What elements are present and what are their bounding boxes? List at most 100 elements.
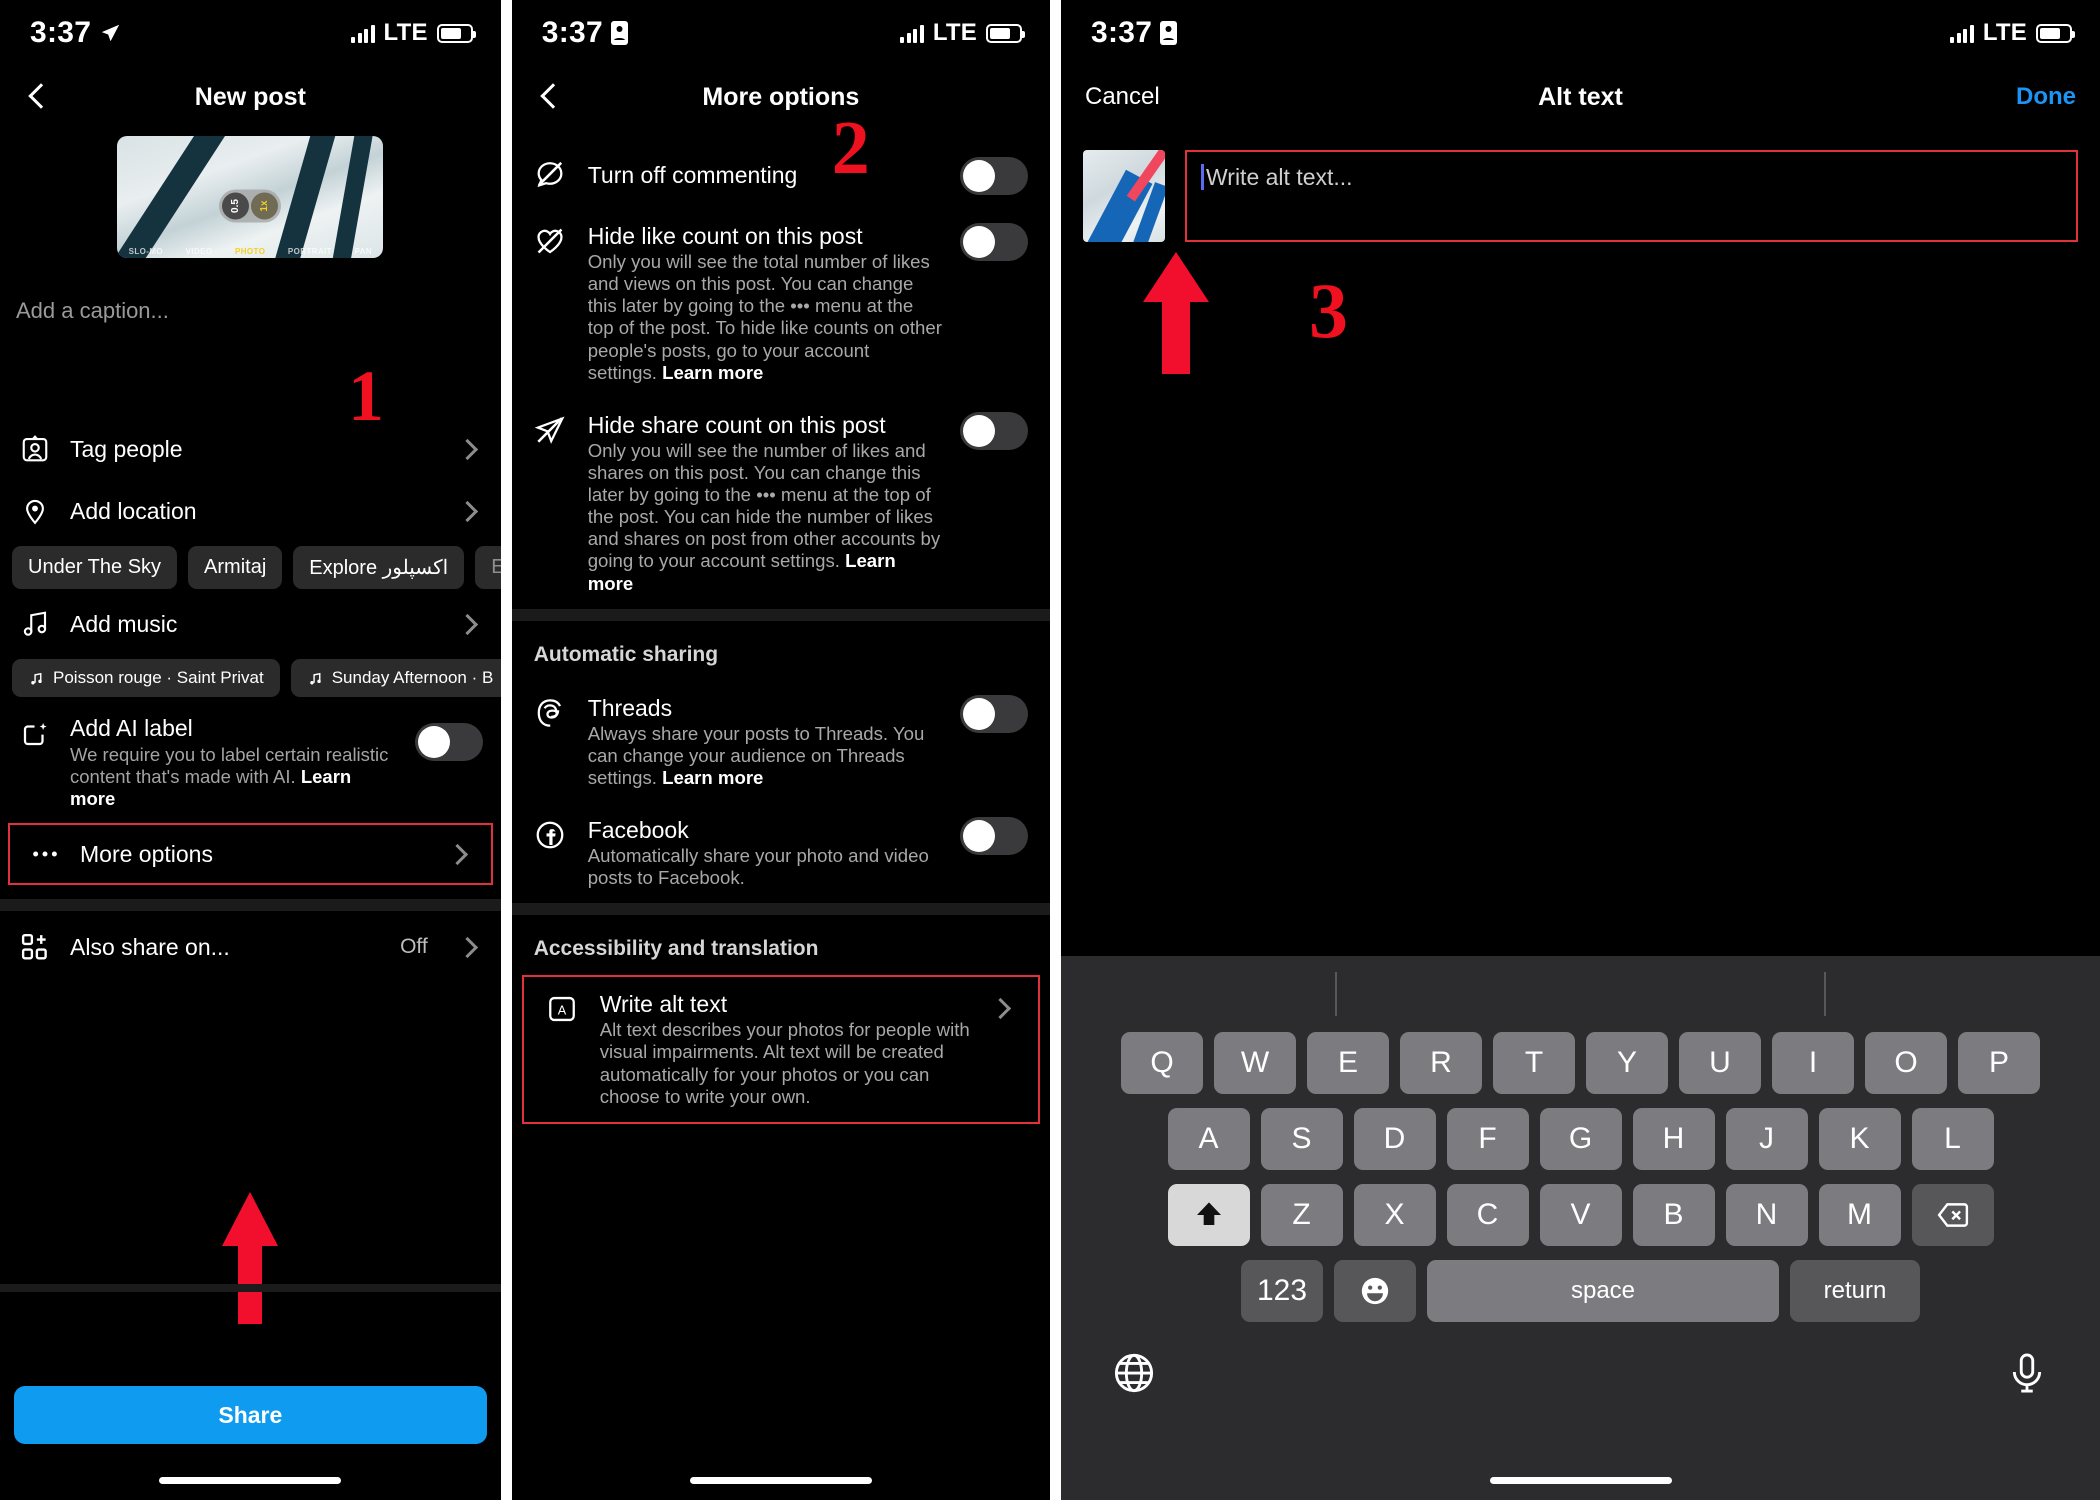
row-turn-off-commenting[interactable]: Turn off commenting	[512, 142, 1050, 209]
location-arrow-icon	[102, 24, 120, 42]
dictation-key[interactable]	[2004, 1350, 2050, 1401]
mode-photo: PHOTO	[235, 247, 266, 256]
row-label: Add location	[70, 497, 197, 524]
learn-more-link[interactable]: Learn more	[662, 767, 763, 788]
nav-bar-1: New post	[0, 66, 501, 128]
key-k[interactable]: K	[1818, 1108, 1901, 1170]
key-y[interactable]: Y	[1586, 1032, 1668, 1094]
back-button[interactable]	[536, 84, 562, 110]
zoom-1x-label: 1x	[251, 192, 279, 220]
keyboard-bottom-row	[1061, 1336, 2100, 1401]
key-o[interactable]: O	[1865, 1032, 1947, 1094]
chevron-right-icon	[456, 936, 478, 959]
panel-new-post: 3:37 LTE New post 0.5 1x SLO-MO VIDEO PH…	[0, 0, 501, 1500]
key-m[interactable]: M	[1818, 1184, 1901, 1246]
page-title: New post	[194, 82, 306, 111]
heart-off-icon	[534, 223, 570, 262]
learn-more-link[interactable]: Learn more	[662, 362, 763, 383]
row-hide-share-count[interactable]: Hide share count on this post Only you w…	[512, 398, 1050, 609]
row-add-music[interactable]: Add music	[0, 593, 501, 655]
key-v[interactable]: V	[1539, 1184, 1622, 1246]
caption-input[interactable]: Add a caption...	[0, 258, 501, 324]
mode-pan: PAN	[354, 247, 373, 256]
globe-key[interactable]	[1111, 1350, 1157, 1401]
ai-label-toggle[interactable]	[414, 723, 483, 761]
key-u[interactable]: U	[1679, 1032, 1761, 1094]
signal-bars-icon	[1950, 23, 1974, 43]
option-title: Write alt text	[599, 991, 728, 1018]
music-chip[interactable]: Poisson rouge · Saint Privat	[12, 659, 280, 697]
key-g[interactable]: G	[1539, 1108, 1622, 1170]
key-j[interactable]: J	[1725, 1108, 1808, 1170]
home-indicator	[159, 1477, 342, 1484]
music-note-small-icon	[31, 672, 42, 684]
key-n[interactable]: N	[1725, 1184, 1808, 1246]
network-type: LTE	[932, 19, 977, 46]
location-chip[interactable]: Explore -	[475, 546, 501, 589]
shift-key[interactable]	[1167, 1184, 1250, 1246]
red-arrow-up-thumbnail	[1143, 252, 1209, 374]
tag-people-icon	[18, 434, 52, 464]
nav-bar-2: More options	[512, 66, 1050, 128]
chevron-right-icon	[456, 613, 478, 635]
alt-text-input[interactable]: Write alt text...	[1185, 150, 2078, 242]
option-title: Hide like count on this post	[587, 223, 863, 249]
emoji-key[interactable]	[1334, 1260, 1416, 1322]
key-b[interactable]: B	[1632, 1184, 1715, 1246]
row-add-ai-label[interactable]: Add AI label We require you to label cer…	[0, 701, 501, 809]
chevron-right-icon	[989, 998, 1012, 1020]
key-f[interactable]: F	[1446, 1108, 1529, 1170]
row-also-share-on[interactable]: Also share on... Off	[0, 911, 501, 983]
facebook-toggle[interactable]	[960, 817, 1028, 855]
key-t[interactable]: T	[1493, 1032, 1575, 1094]
done-button[interactable]: Done	[2016, 83, 2076, 111]
key-c[interactable]: C	[1446, 1184, 1529, 1246]
row-write-alt-text[interactable]: A Write alt text Alt text describes your…	[521, 975, 1040, 1124]
hide-like-count-toggle[interactable]	[960, 223, 1028, 261]
numbers-key[interactable]: 123	[1241, 1260, 1323, 1322]
row-more-options[interactable]: More options	[8, 823, 493, 886]
key-l[interactable]: L	[1911, 1108, 1994, 1170]
back-button[interactable]	[24, 84, 50, 110]
hide-share-count-toggle[interactable]	[960, 411, 1028, 450]
key-e[interactable]: E	[1307, 1032, 1389, 1094]
return-key[interactable]: return	[1790, 1260, 1920, 1322]
location-chip[interactable]: Under The Sky	[12, 546, 178, 589]
alt-text-editor: Write alt text...	[1061, 128, 2100, 242]
key-d[interactable]: D	[1353, 1108, 1436, 1170]
music-chip[interactable]: Sunday Afternoon · B	[290, 659, 501, 697]
key-z[interactable]: Z	[1260, 1184, 1343, 1246]
key-i[interactable]: I	[1772, 1032, 1854, 1094]
row-threads[interactable]: Threads Always share your posts to Threa…	[512, 681, 1050, 803]
key-p[interactable]: P	[1958, 1032, 2040, 1094]
key-a[interactable]: A	[1167, 1108, 1250, 1170]
option-title: Hide share count on this post	[587, 411, 886, 438]
key-h[interactable]: H	[1632, 1108, 1715, 1170]
backspace-key[interactable]	[1911, 1184, 1994, 1246]
location-chip[interactable]: Armitaj	[188, 546, 283, 589]
option-desc: Automatically share your photo and video…	[587, 845, 929, 889]
chevron-right-icon	[456, 500, 478, 522]
row-add-location[interactable]: Add location	[0, 480, 501, 542]
key-s[interactable]: S	[1260, 1108, 1343, 1170]
row-hide-like-count[interactable]: Hide like count on this post Only you wi…	[512, 209, 1050, 398]
key-q[interactable]: Q	[1121, 1032, 1203, 1094]
page-title: More options	[702, 82, 860, 111]
threads-toggle[interactable]	[960, 694, 1028, 733]
key-w[interactable]: W	[1214, 1032, 1296, 1094]
red-arrow-up-share	[222, 1192, 278, 1324]
key-x[interactable]: X	[1353, 1184, 1436, 1246]
location-chip[interactable]: Explore اكسپلور	[293, 546, 465, 589]
microphone-icon	[2012, 1353, 2042, 1393]
prediction-divider	[1334, 972, 1337, 1016]
share-button[interactable]: Share	[14, 1386, 487, 1444]
key-r[interactable]: R	[1400, 1032, 1482, 1094]
svg-text:A: A	[557, 1004, 566, 1018]
battery-icon	[986, 23, 1025, 43]
post-thumbnail[interactable]: 0.5 1x SLO-MO VIDEO PHOTO PORTRAIT PAN	[117, 136, 384, 258]
row-facebook[interactable]: Facebook Automatically share your photo …	[512, 803, 1050, 903]
commenting-toggle[interactable]	[960, 156, 1028, 195]
cancel-button[interactable]: Cancel	[1085, 83, 1160, 111]
space-key[interactable]: space	[1427, 1260, 1779, 1322]
row-tag-people[interactable]: Tag people	[0, 418, 501, 480]
